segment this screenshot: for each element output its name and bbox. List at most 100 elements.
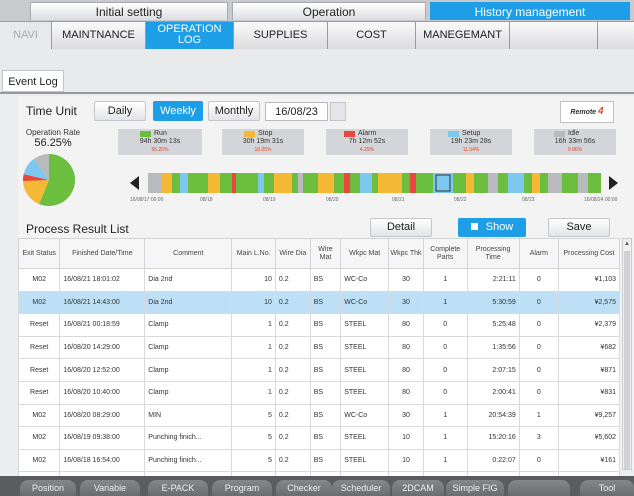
timeline-bar [148, 173, 601, 193]
col-processing-time[interactable]: Processing Time [466, 238, 520, 269]
save-button[interactable]: Save [548, 218, 610, 237]
cell-wire-dia: 0.2 [274, 448, 311, 473]
cell-comment: MIN [144, 403, 233, 428]
subtab-operation-log[interactable]: OPERATION LOG [146, 22, 234, 49]
sub-tab-bar: NAVI MAINTNANCE OPERATION LOG SUPPLIES C… [0, 21, 634, 49]
event-bar: Event Log [0, 49, 634, 93]
table-row[interactable]: M02 16/08/20 08:29:00 MIN 5 0.2 BS WC-Co 30 1 20:… [17, 403, 621, 428]
cell-main-lno: 5 [231, 448, 276, 473]
cell-exit-status: M02 [17, 268, 61, 292]
daily-button[interactable]: Daily [94, 101, 146, 121]
2dcam-button[interactable]: 2DCAM [392, 480, 444, 496]
cell-exit-status: Reset [17, 335, 61, 360]
cell-exit-status: M02 [17, 290, 61, 315]
process-result-table: Exit Status Finished Date/Time Comment M… [17, 238, 621, 495]
col-processing-cost[interactable]: Processing Cost [557, 238, 621, 269]
cell-processing-time: 5:25:48 [466, 313, 520, 337]
show-button[interactable]: Show [458, 218, 526, 237]
timeline-prev-icon[interactable] [130, 176, 140, 190]
alarm-percent: 4.29% [359, 147, 375, 153]
col-finished-datetime[interactable]: Finished Date/Time [59, 238, 146, 269]
cell-processing-time: 2:07:15 [466, 358, 520, 382]
cell-wkpc-mat: STEEL [340, 448, 390, 473]
col-exit-status[interactable]: Exit Status [17, 238, 61, 269]
operation-log-panel: Time Unit Daily Weekly Monthly 16/08/23 … [17, 96, 634, 495]
timeline-tick: 08/21 [392, 197, 405, 203]
table-scrollbar[interactable]: ▲ [622, 238, 632, 470]
setup-swatch [448, 131, 459, 137]
weekly-button[interactable]: Weekly [153, 101, 203, 121]
col-complete-parts[interactable]: Complete Parts [422, 238, 468, 269]
scroll-thumb[interactable] [624, 251, 630, 469]
cell-wkpc-mat: STEEL [340, 335, 390, 360]
tab-operation[interactable]: Operation [232, 2, 426, 20]
subtab-cost[interactable]: COST [328, 22, 416, 49]
checker-button[interactable]: Checker [276, 480, 332, 496]
cell-complete-parts: 0 [422, 335, 468, 360]
program-button[interactable]: Program [212, 480, 272, 496]
position-button[interactable]: Position [20, 480, 76, 496]
cell-finished-datetime: 16/08/21 14:43:00 [59, 290, 146, 315]
cell-alarm: 0 [518, 335, 559, 360]
cell-wire-mat: BS [309, 268, 342, 292]
tool-button[interactable]: Tool [580, 480, 634, 496]
cell-processing-cost: ¥5,602 [557, 426, 621, 450]
cell-processing-time: 5:30:59 [466, 290, 520, 315]
table-row[interactable]: Reset 16/08/20 14:29:00 Clamp 1 0.2 BS STEEL 80… [17, 335, 621, 360]
event-log-button[interactable]: Event Log [2, 70, 64, 92]
cell-processing-time: 2:00:41 [466, 380, 520, 405]
col-wire-dia[interactable]: Wire Dia [274, 238, 311, 269]
table-row[interactable]: Reset 16/08/20 12:52:00 Clamp 1 0.2 BS STEEL 80… [17, 358, 621, 382]
cell-processing-cost: ¥871 [557, 358, 621, 382]
state-idle: Idle 16h 33m 56s 9.86% [534, 129, 616, 155]
col-main-lno[interactable]: Main L.No. [231, 238, 276, 269]
col-comment[interactable]: Comment [144, 238, 233, 269]
idle-percent: 9.86% [567, 147, 583, 153]
table-row[interactable]: M02 16/08/18 16:54:00 Punching finich... 5 0… [17, 448, 621, 473]
scroll-up-icon[interactable]: ▲ [623, 239, 631, 249]
table-row[interactable]: M02 16/08/21 14:43:00 Dia 2nd 10 0.2 BS WC-Co 3… [17, 290, 621, 315]
col-wkpc-thk[interactable]: Wkpc Thk [388, 238, 424, 269]
table-row[interactable]: M02 16/08/19 09:38:00 Punching finich... 5 0… [17, 426, 621, 450]
e-pack-button[interactable]: E-PACK [148, 480, 208, 496]
process-result-list-title: Process Result List [26, 222, 129, 236]
timeline-tick: 08/19 [263, 197, 276, 203]
show-checkbox[interactable] [470, 222, 478, 230]
cell-wkpc-thk: 80 [388, 358, 424, 382]
cell-main-lno: 10 [231, 290, 276, 315]
cell-exit-status: Reset [17, 358, 61, 382]
variable-button[interactable]: Variable [80, 480, 140, 496]
table-row[interactable]: Reset 16/08/21 00:18:59 Clamp 1 0.2 BS STEEL 80… [17, 313, 621, 337]
subtab-empty-2 [598, 22, 634, 49]
subtab-maintenance[interactable]: MAINTNANCE [52, 22, 146, 49]
cell-processing-time: 2:21:11 [466, 268, 520, 292]
date-field[interactable]: 16/08/23 [265, 102, 328, 121]
subtab-empty-1 [510, 22, 598, 49]
table-row[interactable]: M02 16/08/21 18:01:02 Dia 2nd 10 0.2 BS WC-Co 3… [17, 268, 621, 292]
simple-fig-button[interactable]: Simple FIG [446, 480, 504, 496]
col-alarm[interactable]: Alarm [518, 238, 559, 269]
scheduler-button[interactable]: Scheduler [332, 480, 390, 496]
timeline-next-icon[interactable] [608, 176, 618, 190]
col-wire-mat[interactable]: Wire Mat [309, 238, 342, 269]
subtab-management[interactable]: MANEGEMANT [416, 22, 510, 49]
cell-complete-parts: 1 [422, 290, 468, 315]
col-wkpc-mat[interactable]: Wkpc Mat [340, 238, 390, 269]
cell-wkpc-thk: 30 [388, 290, 424, 315]
blank-button[interactable] [508, 480, 570, 496]
cell-wire-mat: BS [309, 313, 342, 337]
table-row[interactable]: Reset 16/08/20 10:40:00 Clamp 1 0.2 BS STEEL 80… [17, 380, 621, 405]
subtab-supplies[interactable]: SUPPLIES [234, 22, 328, 49]
monthly-button[interactable]: Monthly [208, 101, 260, 121]
tab-history-management[interactable]: History management [430, 2, 630, 20]
cell-complete-parts: 1 [422, 448, 468, 473]
calendar-button[interactable] [330, 102, 346, 121]
operation-rate-value: 56.25% [34, 137, 72, 149]
operation-rate-pie [23, 154, 75, 206]
tab-initial-setting[interactable]: Initial setting [30, 2, 228, 20]
alarm-swatch [344, 131, 355, 137]
run-name: Run [154, 130, 167, 137]
cell-wkpc-thk: 30 [388, 403, 424, 428]
detail-button[interactable]: Detail [370, 218, 432, 237]
cell-finished-datetime: 16/08/18 16:54:00 [59, 448, 146, 473]
